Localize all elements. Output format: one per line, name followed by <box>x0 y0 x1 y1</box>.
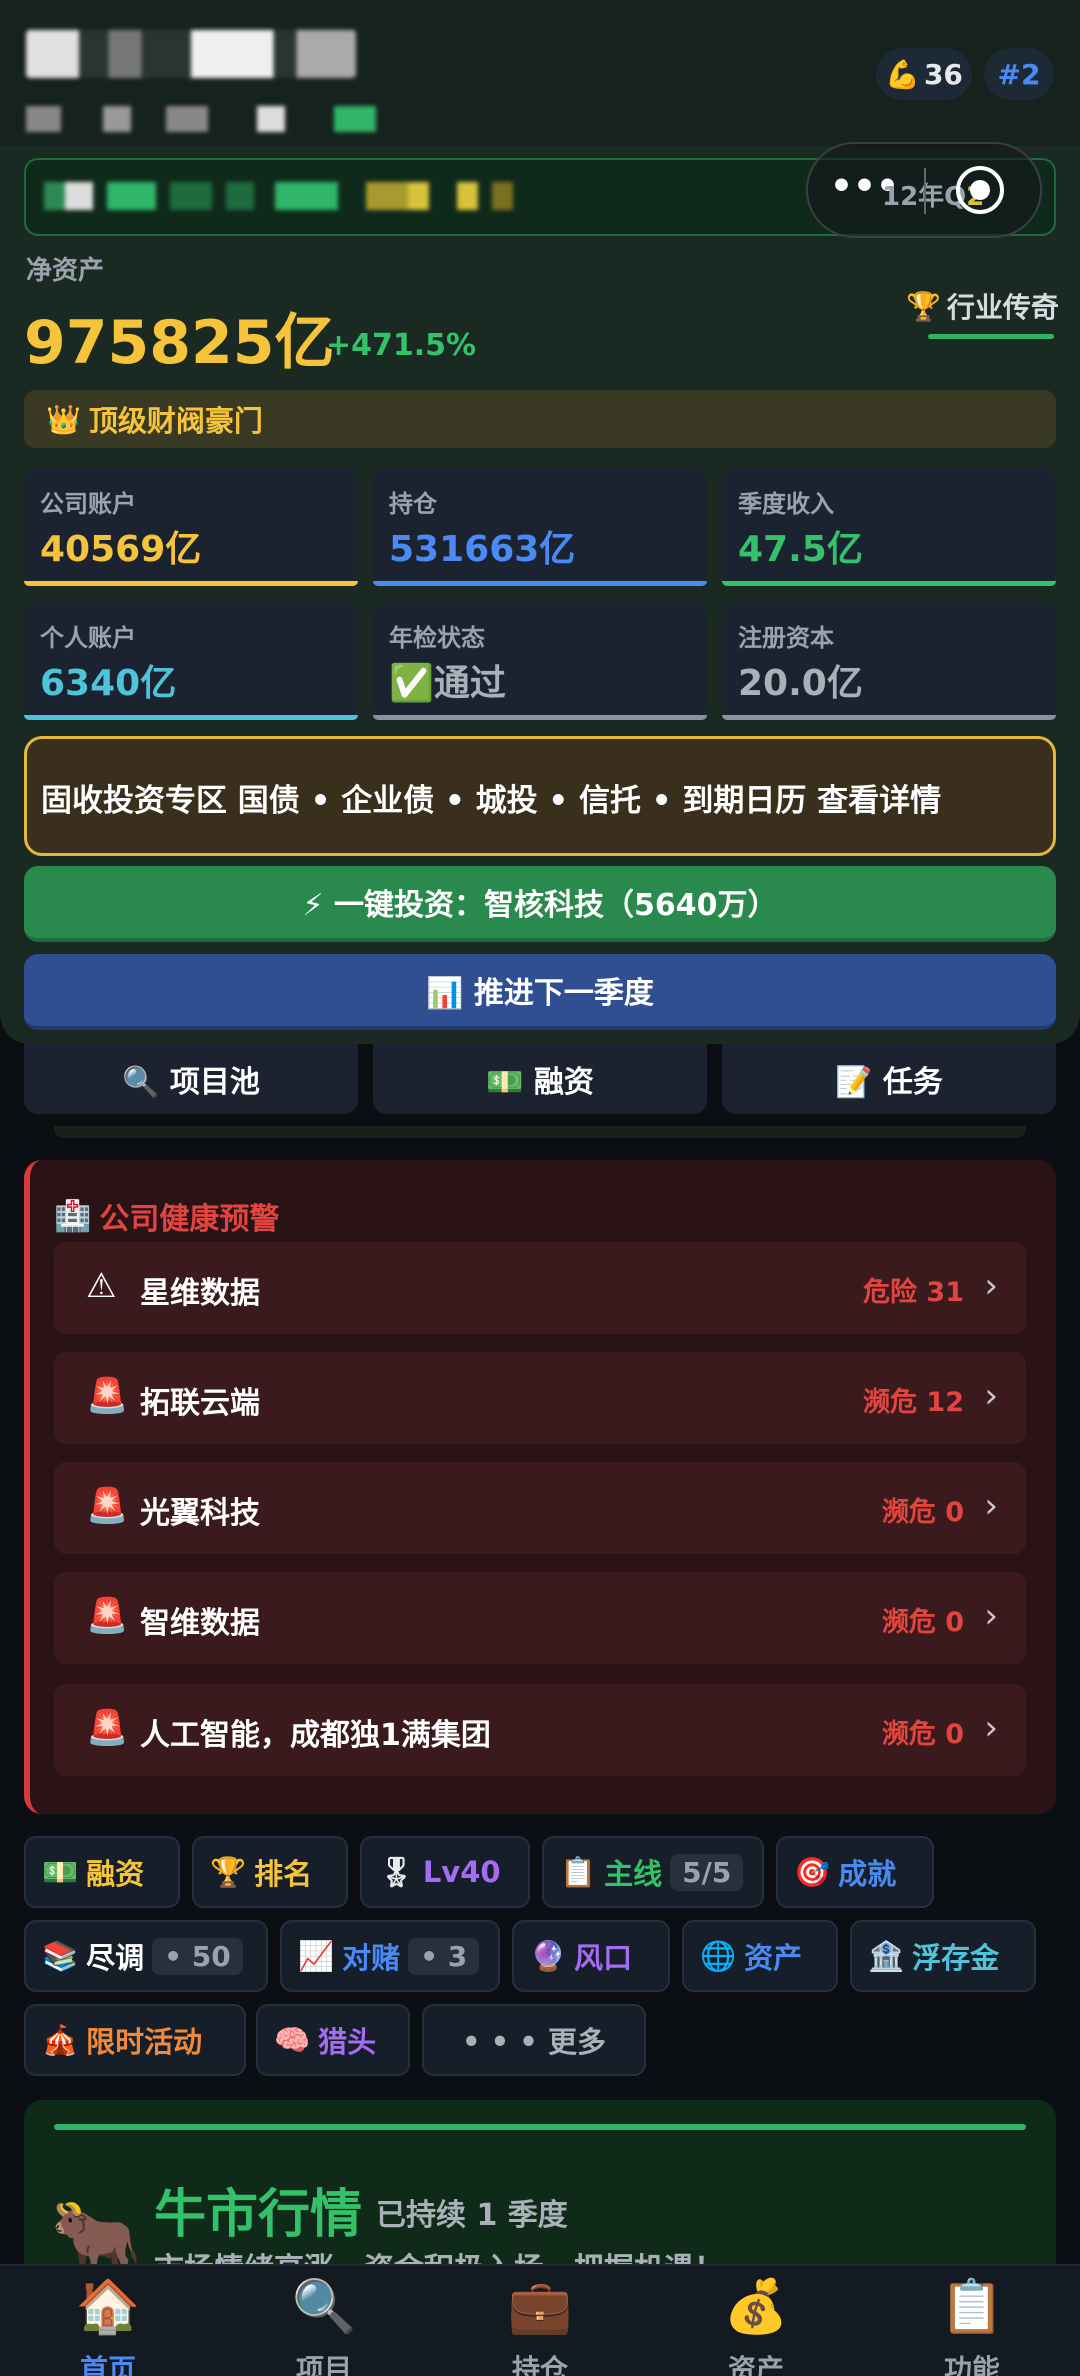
headhunter-chip[interactable]: 🧠 猎头 <box>256 2004 410 2076</box>
top-header: 💪 36 #2 <box>0 0 1080 150</box>
house-icon: 🏠 <box>75 2277 141 2337</box>
divider <box>54 2124 1026 2130</box>
nav-home[interactable]: 🏠 首页 <box>0 2266 216 2376</box>
title-badge[interactable]: 🏆 行业传奇 <box>906 286 1059 326</box>
stat-card-personal-account[interactable]: 个人账户 6340亿 <box>24 602 358 720</box>
market-duration: 已持续 1 季度 <box>376 2198 568 2233</box>
blurred-username <box>26 30 356 78</box>
clipboard-icon: 📋 <box>939 2277 1005 2337</box>
mini-program-capsule[interactable]: ••• 12年Q2 <box>806 142 1042 238</box>
money-bag-icon: 💰 <box>723 2277 789 2337</box>
clipboard-icon: 📋 <box>560 1854 597 1889</box>
health-warning-title: 公司健康预警 <box>99 1202 280 1237</box>
rank-badge[interactable]: #2 <box>984 48 1054 100</box>
divider <box>54 1126 1026 1138</box>
net-assets-label: 净资产 <box>26 256 105 286</box>
achievement-chip[interactable]: 🎯 成就 <box>776 1836 934 1908</box>
stat-card-company-account[interactable]: 公司账户 40569亿 <box>24 468 358 586</box>
circus-tent-icon: 🎪 <box>42 2022 79 2057</box>
nav-holdings[interactable]: 💼 持仓 <box>432 2266 648 2376</box>
money-icon: 💵 <box>42 1854 79 1889</box>
divider <box>924 168 926 214</box>
list-item[interactable]: 🚨 人工智能，成都独1满集团 濒危 0 › <box>54 1684 1026 1776</box>
level-banner: 👑 顶级财阀豪门 <box>24 390 1056 448</box>
nav-assets[interactable]: 💰 资产 <box>648 2266 864 2376</box>
title-badge-underline <box>928 334 1054 339</box>
assets-chip[interactable]: 🌐 资产 <box>682 1920 838 1992</box>
search-icon: 🔍 <box>291 2277 357 2337</box>
trend-chip[interactable]: 🔮 风口 <box>512 1920 670 1992</box>
stat-card-quarterly-income[interactable]: 季度收入 47.5亿 <box>722 468 1056 586</box>
blurred-subtitle <box>26 106 376 132</box>
one-click-invest-button[interactable]: ⚡ 一键投资：智核科技（5640万） <box>24 866 1056 942</box>
warning-icon: ⚠ <box>86 1266 117 1306</box>
nav-projects[interactable]: 🔍 项目 <box>216 2266 432 2376</box>
market-title: 牛市行情 <box>154 2185 363 2245</box>
close-target-icon[interactable] <box>956 166 1004 214</box>
bottom-nav: 🏠 首页 🔍 项目 💼 持仓 💰 资产 📋 功能 <box>0 2264 1080 2376</box>
hospital-icon: 🏥 <box>54 1198 92 1234</box>
tab-tasks[interactable]: 📝 任务 <box>722 1044 1056 1114</box>
stat-card-annual-inspection[interactable]: 年检状态 ✅通过 <box>373 602 707 720</box>
next-quarter-button[interactable]: 📊 推进下一季度 <box>24 954 1056 1030</box>
net-assets-value: 975825亿 <box>24 308 335 378</box>
nav-functions[interactable]: 📋 功能 <box>864 2266 1080 2376</box>
flexed-biceps-icon: 💪 <box>885 57 920 91</box>
siren-icon: 🚨 <box>86 1708 129 1748</box>
crown-icon: 👑 <box>46 402 81 436</box>
brain-icon: 🧠 <box>274 2022 311 2057</box>
limited-event-chip[interactable]: 🎪 限时活动 <box>24 2004 246 2076</box>
siren-icon: 🚨 <box>86 1596 129 1636</box>
list-item[interactable]: 🚨 智维数据 濒危 0 › <box>54 1572 1026 1664</box>
chevron-right-icon: › <box>984 1596 998 1636</box>
mainline-chip[interactable]: 📋 主线 5/5 <box>542 1836 764 1908</box>
globe-icon: 🌐 <box>700 1938 737 1973</box>
deposit-chip[interactable]: 🏦 浮存金 <box>850 1920 1036 1992</box>
energy-pill[interactable]: 💪 36 <box>876 48 972 100</box>
siren-icon: 🚨 <box>86 1486 129 1526</box>
chevron-right-icon: › <box>984 1708 998 1748</box>
assets-panel: 净资产 975825亿 +471.5% 🏆 行业传奇 👑 顶级财阀豪门 公司账户… <box>0 146 1080 1044</box>
crystal-ball-icon: 🔮 <box>530 1938 567 1973</box>
level-chip[interactable]: 🎖 Lv40 <box>360 1836 530 1908</box>
trophy-icon: 🏆 <box>210 1854 247 1889</box>
stat-card-registered-capital[interactable]: 注册资本 20.0亿 <box>722 602 1056 720</box>
ranking-chip[interactable]: 🏆 排名 <box>192 1836 348 1908</box>
stat-card-holdings[interactable]: 持仓 531663亿 <box>373 468 707 586</box>
more-chip[interactable]: • • • 更多 <box>422 2004 646 2076</box>
chevron-right-icon: › <box>984 1376 998 1416</box>
vam-chip[interactable]: 📈 对赌 • 3 <box>280 1920 500 1992</box>
medal-icon: 🎖 <box>378 1854 415 1889</box>
due-diligence-chip[interactable]: 📚 尽调 • 50 <box>24 1920 268 1992</box>
list-item[interactable]: 🚨 拓联云端 濒危 12 › <box>54 1352 1026 1444</box>
tab-financing[interactable]: 💵 融资 <box>373 1044 707 1114</box>
blurred-ticker-text <box>44 182 744 210</box>
bank-icon: 🏦 <box>868 1938 905 1973</box>
siren-icon: 🚨 <box>86 1376 129 1416</box>
chevron-right-icon: › <box>984 1486 998 1526</box>
target-icon: 🎯 <box>794 1854 831 1889</box>
list-item[interactable]: ⚠ 星维数据 危险 31 › <box>54 1242 1026 1334</box>
financing-chip[interactable]: 💵 融资 <box>24 1836 180 1908</box>
chart-up-icon: 📈 <box>298 1938 335 1973</box>
trophy-icon: 🏆 <box>906 289 941 323</box>
list-item[interactable]: 🚨 光翼科技 濒危 0 › <box>54 1462 1026 1554</box>
briefcase-icon: 💼 <box>507 2277 573 2337</box>
net-assets-change: +471.5% <box>326 328 477 363</box>
fixed-income-banner[interactable]: 固收投资专区 国债 • 企业债 • 城投 • 信托 • 到期日历 查看详情 <box>24 736 1056 856</box>
tab-project-pool[interactable]: 🔍 项目池 <box>24 1044 358 1114</box>
books-icon: 📚 <box>42 1938 79 1973</box>
chevron-right-icon: › <box>984 1266 998 1306</box>
